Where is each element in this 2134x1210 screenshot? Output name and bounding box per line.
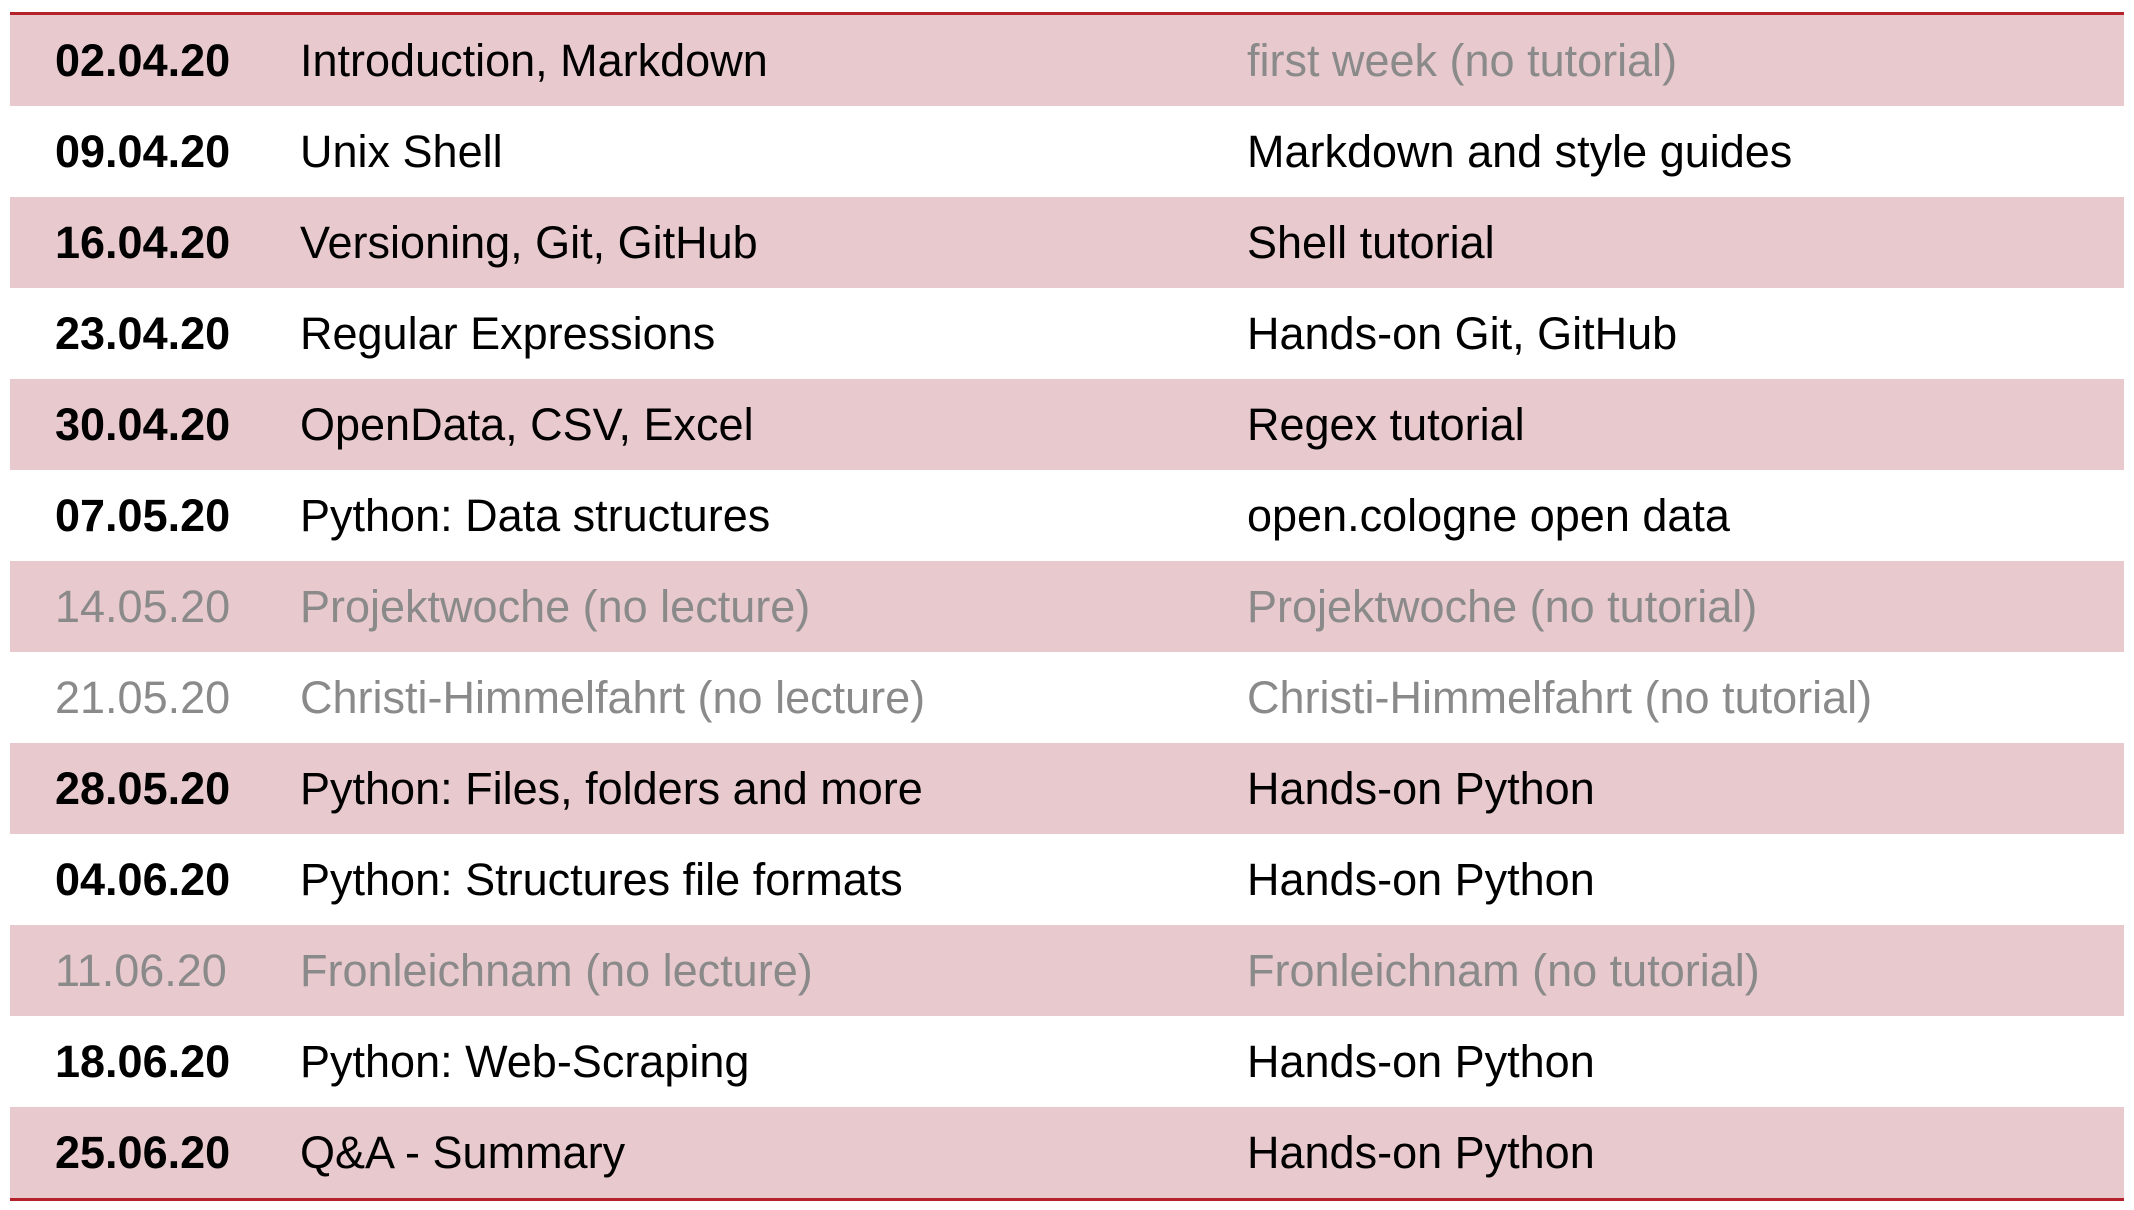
date-cell: 14.05.20 [55,581,231,632]
lecture-cell: Fronleichnam (no lecture) [300,945,813,996]
date-cell: 11.06.20 [55,945,227,996]
lecture-cell: Introduction, Markdown [300,35,768,86]
date-cell: 25.06.20 [55,1127,231,1178]
table-row: 14.05.20 Projektwoche (no lecture) Projekt… [10,561,2124,652]
tutorial-cell: Shell tutorial [1247,217,1495,268]
date-cell: 04.06.20 [55,854,231,905]
lecture-cell: Unix Shell [300,126,503,177]
table-row: 25.06.20 Q&A - Summary Hands-on Python [10,1107,2124,1198]
lecture-cell: Versioning, Git, GitHub [300,217,758,268]
date-cell: 16.04.20 [55,217,231,268]
table-row: 07.05.20 Python: Data structures open.colo… [10,470,2124,561]
tutorial-cell: first week (no tutorial) [1247,35,1678,86]
table-row: 21.05.20 Christi-Himmelfahrt (no lecture)… [10,652,2124,743]
lecture-cell: Python: Files, folders and more [300,763,923,814]
table-row: 16.04.20 Versioning, Git, GitHub Shell tut… [10,197,2124,288]
tutorial-cell: Hands-on Python [1247,1036,1595,1087]
table-row: 02.04.20 Introduction, Markdown first week… [10,15,2124,106]
date-cell: 07.05.20 [55,490,231,541]
table-row: 30.04.20 OpenData, CSV, Excel Regex tutori… [10,379,2124,470]
date-cell: 30.04.20 [55,399,231,450]
date-cell: 28.05.20 [55,763,231,814]
tutorial-cell: Hands-on Python [1247,854,1595,905]
lecture-cell: Christi-Himmelfahrt (no lecture) [300,672,926,723]
date-cell: 21.05.20 [55,672,231,723]
tutorial-cell: Hands-on Git, GitHub [1247,308,1678,359]
tutorial-cell: Markdown and style guides [1247,126,1793,177]
date-cell: 23.04.20 [55,308,231,359]
tutorial-cell: Hands-on Python [1247,763,1595,814]
lecture-cell: OpenData, CSV, Excel [300,399,754,450]
tutorial-cell: Regex tutorial [1247,399,1525,450]
tutorial-cell: Projektwoche (no tutorial) [1247,581,1758,632]
tutorial-cell: open.cologne open data [1247,490,1730,541]
tutorial-cell: Fronleichnam (no tutorial) [1247,945,1760,996]
table-row: 23.04.20 Regular Expressions Hands-on Git,… [10,288,2124,379]
table-row: 28.05.20 Python: Files, folders and more H… [10,743,2124,834]
date-cell: 09.04.20 [55,126,231,177]
date-cell: 02.04.20 [55,35,231,86]
table-row: 18.06.20 Python: Web-Scraping Hands-on Pyt… [10,1016,2124,1107]
lecture-cell: Python: Data structures [300,490,771,541]
table-row: 11.06.20 Fronleichnam (no lecture) Fronlei… [10,925,2124,1016]
date-cell: 18.06.20 [55,1036,231,1087]
lecture-cell: Python: Structures file formats [300,854,903,905]
tutorial-cell: Hands-on Python [1247,1127,1595,1178]
tutorial-cell: Christi-Himmelfahrt (no tutorial) [1247,672,1873,723]
table-row: 09.04.20 Unix Shell Markdown and style gui… [10,106,2124,197]
lecture-cell: Regular Expressions [300,308,716,359]
lecture-cell: Q&A - Summary [300,1127,626,1178]
schedule-table: 02.04.20 Introduction, Markdown first week… [10,12,2124,1201]
lecture-cell: Python: Web-Scraping [300,1036,750,1087]
lecture-cell: Projektwoche (no lecture) [300,581,811,632]
table-row: 04.06.20 Python: Structures file formats H… [10,834,2124,925]
